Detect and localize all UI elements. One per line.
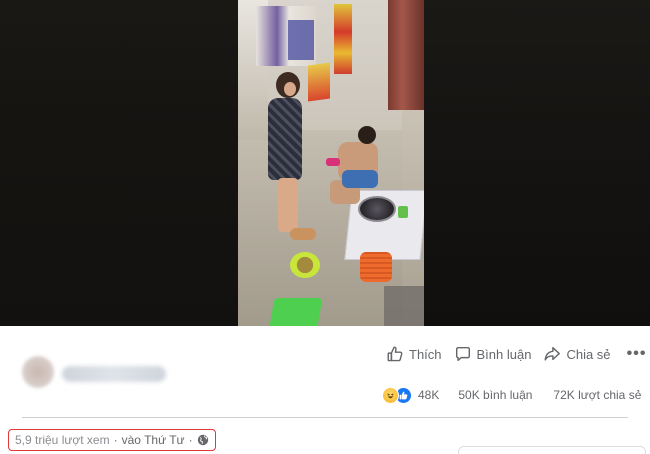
comment-button[interactable]: Bình luận [454,343,532,365]
share-button[interactable]: Chia sẻ [543,343,611,365]
haha-icon [382,386,399,404]
share-icon [543,345,561,363]
post-meta-highlight: 5,9 triệu lượt xem · vào Thứ Tư · [8,429,216,451]
comment-label: Bình luận [476,346,532,362]
video-blur-right [424,0,650,326]
comment-box[interactable] [458,446,646,454]
divider [22,417,628,418]
shares-count[interactable]: 72K lượt chia sẻ [553,388,641,402]
share-label: Chia sẻ [566,346,611,362]
view-count: 5,9 triệu lượt xem [15,433,110,447]
meta-separator: · [113,433,118,447]
comment-icon [454,345,472,363]
reaction-count[interactable]: 48K [418,388,439,402]
post-timestamp[interactable]: vào Thứ Tư [122,433,185,447]
video-player[interactable] [0,0,650,326]
like-button[interactable]: Thích [386,343,442,365]
avatar[interactable] [22,356,54,388]
engagement-stats: 48K 50K bình luận 72K lượt chia sẻ [382,385,641,405]
more-options-button[interactable]: ••• [627,343,647,365]
post-footer: Thích Bình luận Chia sẻ ••• 48K 50K bình… [0,326,650,454]
author-name[interactable] [62,366,166,382]
meta-dot: · [188,433,193,447]
globe-icon[interactable] [197,434,209,446]
video-frame[interactable] [238,0,424,326]
comments-count[interactable]: 50K bình luận [458,388,532,402]
reaction-icons[interactable] [382,386,412,404]
thumbs-up-icon [386,345,404,363]
video-blur-left [0,0,238,326]
like-label: Thích [409,346,442,362]
action-bar: Thích Bình luận Chia sẻ ••• [386,343,647,365]
